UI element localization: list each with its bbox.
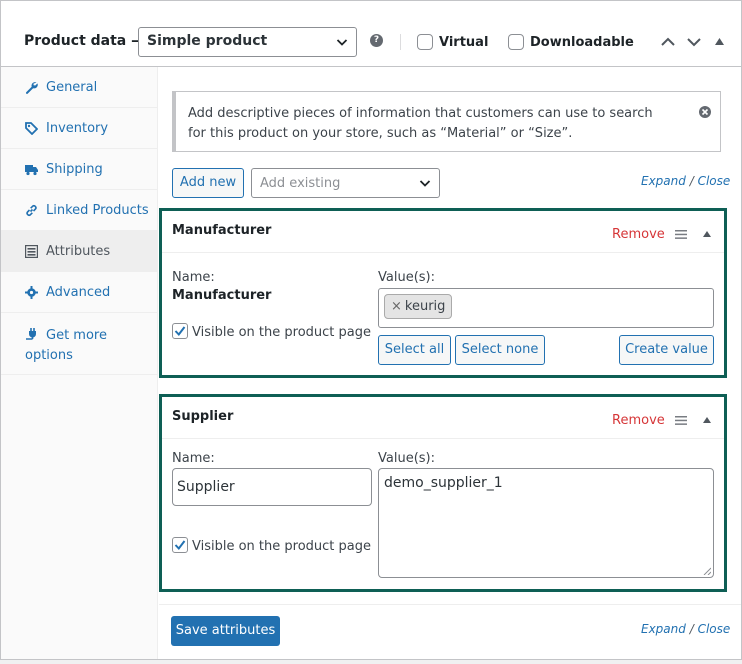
- product-data-tabs: General Inventory Shipping Linked Produc…: [1, 67, 158, 659]
- add-new-attribute-button[interactable]: Add new: [172, 168, 244, 198]
- chevron-down-icon: [336, 39, 348, 46]
- select-none-button[interactable]: Select none: [455, 335, 545, 365]
- attribute-header[interactable]: Supplier Remove: [162, 397, 724, 439]
- visible-on-product-page-label: Visible on the product page: [192, 539, 371, 554]
- tab-advanced-label: Advanced: [46, 285, 111, 300]
- tab-general[interactable]: General: [1, 67, 158, 108]
- remove-attribute-link[interactable]: Remove: [612, 413, 665, 428]
- product-data-panel: Product data — Simple product ? Virtual …: [0, 0, 742, 660]
- visible-on-product-page-checkbox[interactable]: [172, 323, 188, 339]
- attributes-info-notice: Add descriptive pieces of information th…: [172, 91, 721, 152]
- attribute-supplier: Supplier Remove Name: Supplier Visible o…: [159, 394, 727, 592]
- collapse-attribute-icon[interactable]: [703, 231, 711, 237]
- add-existing-placeholder: Add existing: [260, 176, 341, 191]
- link-icon: [26, 205, 37, 216]
- attribute-header[interactable]: Manufacturer Remove: [162, 211, 724, 253]
- tab-attributes-label: Attributes: [46, 244, 111, 259]
- attribute-values-multiselect[interactable]: × keurig: [378, 288, 714, 328]
- expand-close-separator: /: [689, 174, 694, 188]
- virtual-label: Virtual: [439, 35, 489, 50]
- value-tag-label: keurig: [404, 299, 446, 314]
- value-tag: × keurig: [384, 294, 453, 319]
- visible-on-product-page-checkbox[interactable]: [172, 537, 188, 553]
- tab-linked-products[interactable]: Linked Products: [1, 190, 158, 231]
- select-all-button[interactable]: Select all: [378, 335, 451, 365]
- virtual-checkbox[interactable]: [417, 34, 433, 50]
- tab-general-label: General: [46, 80, 98, 95]
- close-all-link[interactable]: Close: [698, 622, 731, 636]
- drag-handle-icon[interactable]: [675, 230, 687, 239]
- tab-get-more-options-text: Get more options: [25, 328, 107, 363]
- move-down-icon[interactable]: [687, 37, 701, 47]
- dismiss-notice-icon[interactable]: [698, 105, 712, 119]
- collapse-attribute-icon[interactable]: [703, 417, 711, 423]
- tab-linked-products-label: Linked Products: [46, 203, 149, 218]
- tab-shipping[interactable]: Shipping: [1, 149, 158, 190]
- expand-all-link[interactable]: Expand: [641, 174, 686, 188]
- move-up-icon[interactable]: [661, 37, 675, 47]
- tab-get-more-options[interactable]: Get more options: [1, 313, 158, 375]
- tab-shipping-label: Shipping: [46, 162, 103, 177]
- attribute-title: Supplier: [172, 409, 234, 424]
- attribute-values-textarea[interactable]: demo_supplier_1: [378, 468, 714, 578]
- tag-icon: [25, 122, 38, 135]
- checkmark-icon: [174, 326, 186, 337]
- downloadable-checkbox[interactable]: [508, 34, 524, 50]
- name-label: Name:: [172, 451, 215, 466]
- tab-inventory[interactable]: Inventory: [1, 108, 158, 149]
- wrench-icon: [26, 82, 38, 94]
- expand-close-separator: /: [689, 622, 694, 636]
- expand-close-toggle: Expand / Close: [641, 622, 730, 636]
- tab-inventory-label: Inventory: [46, 121, 109, 136]
- attribute-name-value: Manufacturer: [172, 288, 272, 303]
- notice-text: Add descriptive pieces of information th…: [188, 106, 653, 141]
- attribute-name-input-value: Supplier: [177, 479, 235, 495]
- panel-title: Product data —: [24, 33, 146, 49]
- remove-tag-icon[interactable]: ×: [391, 299, 402, 314]
- tab-get-more-options-label: Get more options: [25, 326, 151, 366]
- attribute-name-input[interactable]: Supplier: [172, 468, 372, 506]
- help-icon[interactable]: ?: [370, 34, 383, 47]
- values-label: Value(s):: [378, 270, 435, 285]
- tab-attributes[interactable]: Attributes: [1, 231, 158, 272]
- close-all-link[interactable]: Close: [698, 174, 731, 188]
- tab-advanced[interactable]: Advanced: [1, 272, 158, 313]
- visible-on-product-page-label: Visible on the product page: [192, 325, 371, 340]
- list-icon: [25, 245, 38, 258]
- add-existing-attribute-select[interactable]: Add existing: [251, 168, 440, 198]
- resize-handle-icon[interactable]: [703, 567, 711, 575]
- collapse-panel-icon[interactable]: [715, 38, 724, 45]
- expand-close-toggle: Expand / Close: [641, 174, 730, 188]
- product-type-value: Simple product: [147, 33, 268, 49]
- gear-icon: [25, 286, 38, 299]
- attributes-footer: Save attributes Expand / Close: [159, 604, 741, 659]
- remove-attribute-link[interactable]: Remove: [612, 227, 665, 242]
- drag-handle-icon[interactable]: [675, 416, 687, 425]
- create-value-button[interactable]: Create value: [619, 335, 714, 365]
- attribute-title: Manufacturer: [172, 223, 272, 238]
- save-attributes-button[interactable]: Save attributes: [171, 616, 280, 646]
- attribute-values-text: demo_supplier_1: [384, 475, 503, 491]
- downloadable-label: Downloadable: [530, 35, 634, 50]
- product-data-header: Product data — Simple product ? Virtual …: [1, 1, 741, 67]
- checkmark-icon: [174, 540, 186, 551]
- product-type-select[interactable]: Simple product: [138, 27, 357, 57]
- expand-all-link[interactable]: Expand: [641, 622, 686, 636]
- attribute-manufacturer: Manufacturer Remove Name: Manufacturer V…: [159, 208, 727, 378]
- values-label: Value(s):: [378, 451, 435, 466]
- truck-icon: [25, 165, 38, 176]
- name-label: Name:: [172, 270, 215, 285]
- chevron-down-icon: [419, 180, 431, 187]
- header-divider: [400, 34, 401, 50]
